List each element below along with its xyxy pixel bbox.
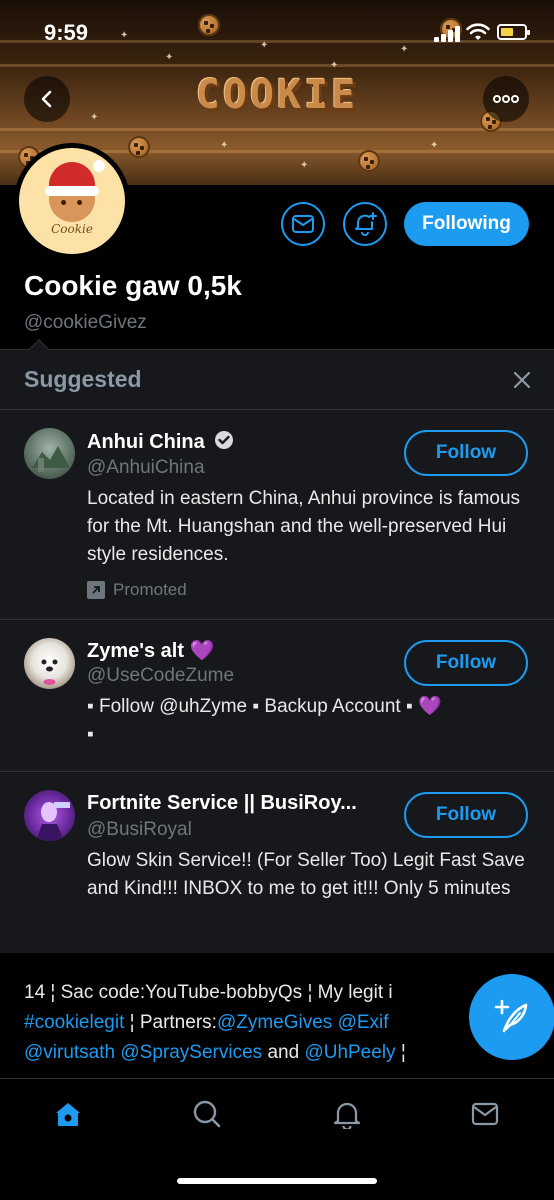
- message-button[interactable]: [281, 202, 325, 246]
- follow-button[interactable]: Follow: [404, 430, 528, 476]
- bio-line-2: #cookielegit ¦ Partners:@ZymeGives @Exif: [24, 1012, 389, 1033]
- purple-heart-emoji: 💜: [417, 696, 442, 717]
- hashtag-link[interactable]: #cookielegit: [24, 1012, 124, 1033]
- bio-line-3: @virutsath @SprayServices and @UhPeely ¦: [24, 1042, 406, 1063]
- more-dots-icon: [493, 95, 519, 103]
- suggested-panel: Suggested Anhui China @AnhuiChina Locate…: [0, 339, 554, 954]
- profile-handle: @cookieGivez: [24, 312, 147, 333]
- mention-link[interactable]: @UhPeely: [304, 1042, 395, 1063]
- follow-button[interactable]: Follow: [404, 640, 528, 686]
- tab-notifications[interactable]: [330, 1097, 364, 1131]
- bell-plus-icon: [355, 212, 377, 236]
- wifi-icon: [466, 23, 490, 40]
- profile-avatar[interactable]: Cookie: [14, 143, 130, 259]
- user-handle: @BusiRoyal: [87, 819, 192, 840]
- suggested-user-card[interactable]: Zyme's alt 💜 @UseCodeZume ▪ Follow @uhZy…: [0, 620, 554, 772]
- tab-search[interactable]: [190, 1097, 224, 1131]
- notifications-button[interactable]: [343, 202, 387, 246]
- user-bio: Located in eastern China, Anhui province…: [87, 488, 521, 565]
- banner-title: COOKIE: [195, 72, 359, 118]
- follow-button[interactable]: Follow: [404, 792, 528, 838]
- mention-link[interactable]: @ZymeGives: [217, 1012, 332, 1033]
- mention-link[interactable]: @Exif: [332, 1012, 389, 1033]
- home-indicator[interactable]: [177, 1178, 377, 1184]
- mention-link[interactable]: @SprayServices: [115, 1042, 262, 1063]
- tab-messages[interactable]: [468, 1097, 502, 1131]
- user-handle: @UseCodeZume: [87, 665, 235, 686]
- close-icon[interactable]: [510, 368, 534, 392]
- user-name: Anhui China: [87, 430, 234, 454]
- home-icon: [56, 1103, 80, 1126]
- suggested-user-card[interactable]: Anhui China @AnhuiChina Located in easte…: [0, 410, 554, 620]
- status-time: 9:59: [44, 20, 89, 45]
- user-name: Zyme's alt 💜: [87, 640, 215, 662]
- search-icon: [193, 1100, 221, 1128]
- compose-tweet-button[interactable]: [469, 974, 554, 1060]
- compose-feather-icon: [494, 999, 528, 1033]
- status-bar: 9:59: [0, 0, 554, 62]
- more-options-button[interactable]: [483, 76, 529, 122]
- profile-bio: 14 ¦ Sac code:YouTube-bobbyQs ¦ My legit…: [24, 978, 534, 1068]
- mail-icon: [471, 1102, 499, 1126]
- back-button[interactable]: [24, 76, 70, 122]
- following-button[interactable]: Following: [404, 202, 529, 246]
- promoted-label: Promoted: [87, 580, 187, 600]
- user-handle: @AnhuiChina: [87, 457, 205, 478]
- suggested-header: Suggested: [0, 350, 554, 410]
- profile-display-name: Cookie gaw 0,5k: [24, 270, 242, 301]
- battery-icon: [497, 24, 530, 40]
- tab-home[interactable]: [51, 1097, 85, 1131]
- signal-icon: [434, 26, 462, 42]
- purple-heart-emoji: 💜: [189, 640, 215, 662]
- chevron-left-icon: [41, 90, 52, 108]
- mail-icon: [292, 215, 314, 233]
- suggested-user-card[interactable]: Fortnite Service || BusiRoy... @BusiRoya…: [0, 772, 554, 954]
- user-name: Fortnite Service || BusiRoy...: [87, 792, 357, 814]
- user-avatar[interactable]: [24, 428, 75, 479]
- promoted-icon: [87, 581, 105, 599]
- bio-line-1: 14 ¦ Sac code:YouTube-bobbyQs ¦ My legit…: [24, 982, 393, 1003]
- verified-badge-icon: [215, 431, 234, 449]
- avatar-label: Cookie: [51, 222, 93, 236]
- suggested-title: Suggested: [24, 366, 142, 392]
- user-bio: Glow Skin Service!! (For Seller Too) Leg…: [87, 850, 525, 899]
- user-avatar[interactable]: [24, 790, 75, 841]
- user-bio: ▪ Follow @uhZyme ▪ Backup Account ▪ 💜 ▪: [87, 696, 442, 745]
- user-avatar[interactable]: [24, 638, 75, 689]
- mention-link[interactable]: @virutsath: [24, 1042, 115, 1063]
- bell-icon: [333, 1102, 361, 1129]
